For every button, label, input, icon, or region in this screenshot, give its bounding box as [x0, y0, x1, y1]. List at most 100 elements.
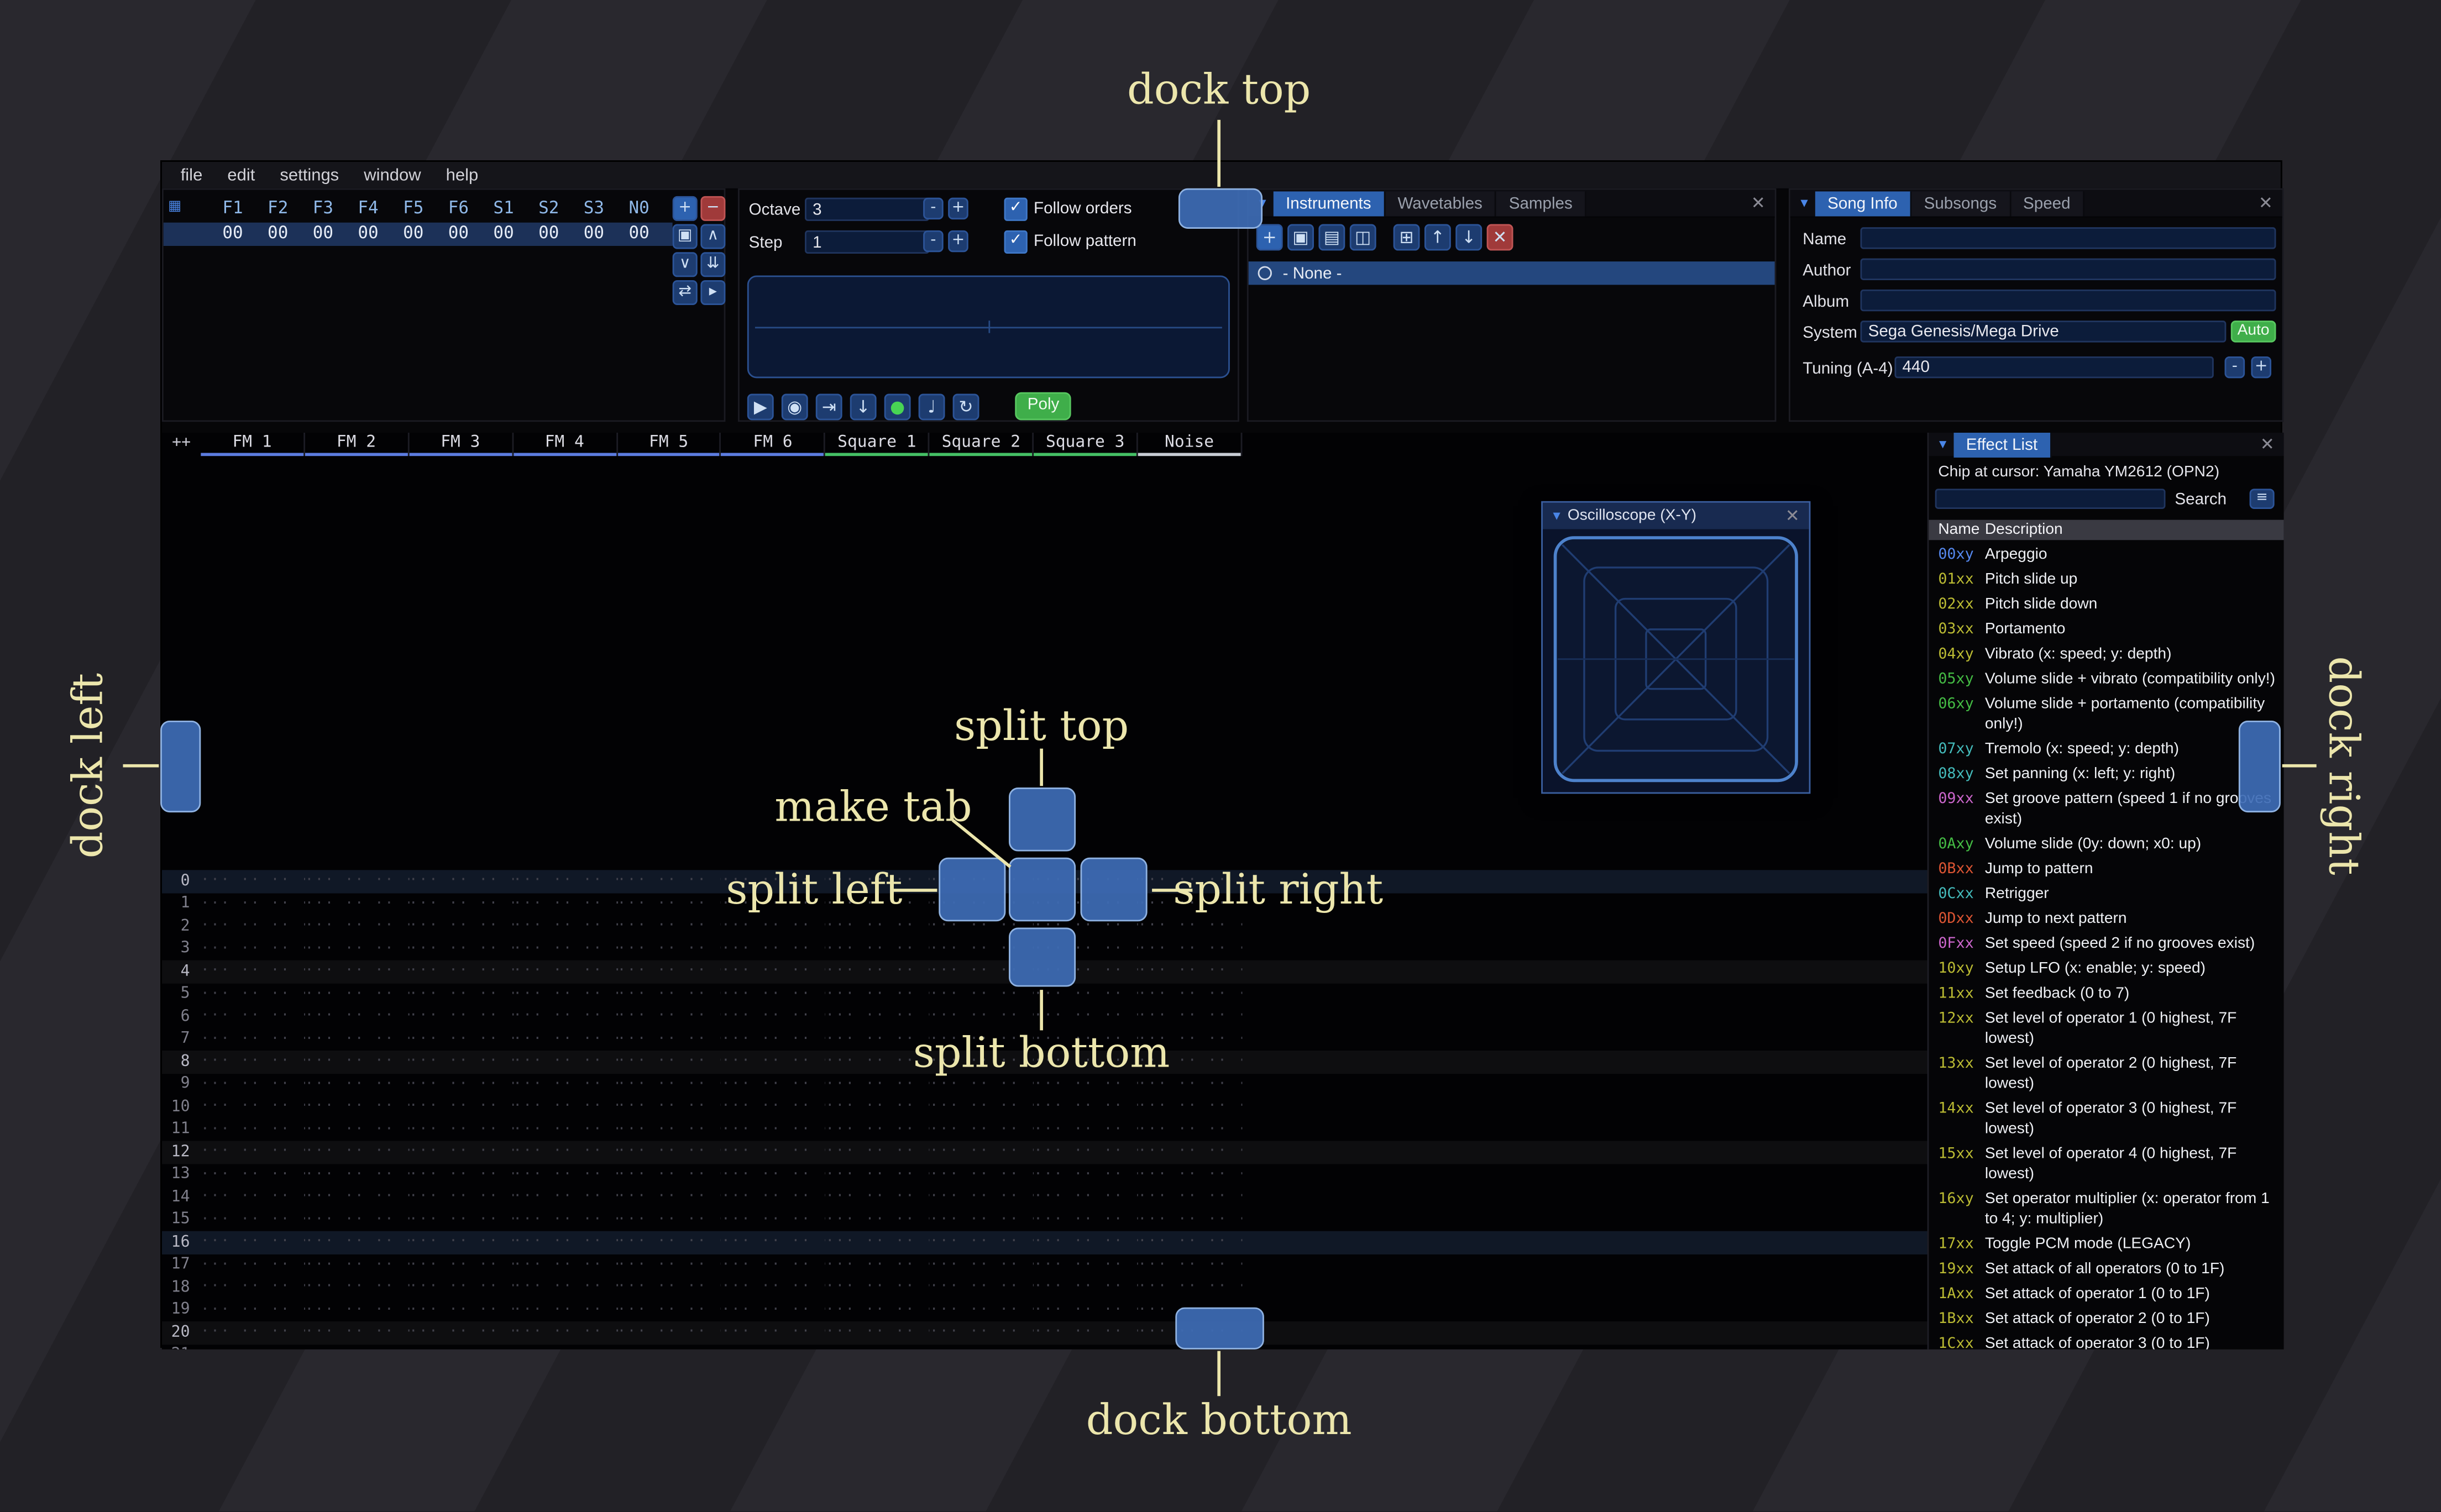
pattern-cell[interactable]: ··· ·· ·· ···· — [409, 1054, 513, 1069]
pattern-cell[interactable]: ··· ·· ·· ···· — [721, 918, 825, 934]
step-decrease-button[interactable]: - — [923, 230, 944, 253]
pattern-cell[interactable]: ··· ·· ·· ···· — [409, 1235, 513, 1250]
instrument-folders-button[interactable]: ⊞ — [1393, 224, 1420, 251]
pattern-cell[interactable]: ··· ·· ·· ···· — [617, 1325, 721, 1340]
pattern-cell[interactable]: ··· ·· ·· ···· — [513, 941, 617, 957]
pattern-cell[interactable]: ··· ·· ·· ···· — [930, 1347, 1034, 1350]
pattern-cell[interactable]: ··· ·· ·· ···· — [721, 1009, 825, 1025]
pattern-cell[interactable]: ··· ·· ·· ···· — [1138, 1257, 1242, 1273]
pattern-cell[interactable]: ··· ·· ·· ···· — [826, 1257, 930, 1273]
order-value[interactable]: 00 — [255, 223, 301, 243]
play-from-cursor-button[interactable]: ⇥ — [815, 393, 842, 419]
pattern-cell[interactable]: ··· ·· ·· ···· — [305, 1235, 409, 1250]
pattern-cell[interactable]: ··· ·· ·· ···· — [201, 1212, 305, 1227]
tab-wavetables[interactable]: Wavetables — [1385, 191, 1497, 216]
pattern-cell[interactable]: ··· ·· ·· ···· — [1034, 1167, 1138, 1183]
pattern-cell[interactable]: ··· ·· ·· ···· — [513, 1257, 617, 1273]
pattern-cell[interactable]: ··· ·· ·· ···· — [1034, 1099, 1138, 1115]
pattern-cell[interactable]: ··· ·· ·· ···· — [826, 1189, 930, 1205]
pattern-cell[interactable]: ··· ·· ·· ···· — [305, 1122, 409, 1137]
pattern-cell[interactable]: ··· ·· ·· ···· — [617, 1054, 721, 1069]
pattern-cell[interactable]: ··· ·· ·· ···· — [826, 986, 930, 1002]
pattern-cell[interactable]: ··· ·· ·· ···· — [305, 941, 409, 957]
menu-item-settings[interactable]: settings — [268, 164, 352, 186]
pattern-cell[interactable]: ··· ·· ·· ···· — [201, 896, 305, 912]
pattern-cell[interactable]: ··· ·· ·· ···· — [409, 1122, 513, 1137]
pattern-cell[interactable]: ··· ·· ·· ···· — [409, 1167, 513, 1183]
step-input[interactable] — [805, 230, 930, 254]
pattern-cell[interactable]: ··· ·· ·· ···· — [930, 1235, 1034, 1250]
pattern-cell[interactable]: ··· ·· ·· ···· — [201, 1235, 305, 1250]
pattern-cell[interactable]: ··· ·· ·· ···· — [617, 964, 721, 979]
order-value[interactable]: 00 — [481, 223, 526, 243]
effect-search-input[interactable] — [1935, 489, 2166, 509]
pattern-cell[interactable]: ··· ·· ·· ···· — [826, 1077, 930, 1092]
pattern-cell[interactable]: ··· ·· ·· ···· — [201, 1122, 305, 1137]
pattern-cell[interactable]: ··· ·· ·· ···· — [305, 1167, 409, 1183]
pattern-cell[interactable]: ··· ·· ·· ···· — [409, 896, 513, 912]
pattern-cell[interactable]: ··· ·· ·· ···· — [826, 1167, 930, 1183]
pattern-cell[interactable]: ··· ·· ·· ···· — [930, 1077, 1034, 1092]
open-instrument-button[interactable]: ▤ — [1318, 224, 1345, 251]
dock-target-top[interactable] — [1178, 188, 1263, 229]
follow-orders-checkbox[interactable]: ✓ — [1004, 197, 1028, 221]
pattern-cell[interactable]: ··· ·· ·· ···· — [1034, 1257, 1138, 1273]
pattern-cell[interactable]: ··· ·· ·· ···· — [930, 1167, 1034, 1183]
pattern-cell[interactable]: ··· ·· ·· ···· — [1034, 1235, 1138, 1250]
pattern-cell[interactable]: ··· ·· ·· ···· — [201, 1189, 305, 1205]
pattern-cell[interactable]: ··· ·· ·· ···· — [201, 1325, 305, 1340]
add-order-button[interactable]: + — [672, 196, 698, 221]
pattern-cell[interactable]: ··· ·· ·· ···· — [930, 1122, 1034, 1137]
pattern-cell[interactable]: ··· ·· ·· ···· — [826, 1347, 930, 1350]
order-value[interactable]: 00 — [301, 223, 346, 243]
pattern-cell[interactable]: ··· ·· ·· ···· — [305, 964, 409, 979]
pattern-cell[interactable]: ··· ·· ·· ···· — [513, 874, 617, 889]
pattern-cell[interactable]: ··· ·· ·· ···· — [305, 1009, 409, 1025]
pattern-cell[interactable]: ··· ·· ·· ···· — [409, 1303, 513, 1318]
pattern-cell[interactable]: ··· ·· ·· ···· — [201, 964, 305, 979]
pattern-cell[interactable]: ··· ·· ·· ···· — [1138, 1189, 1242, 1205]
tuning-increase-button[interactable]: + — [2251, 356, 2272, 379]
pattern-cell[interactable]: ··· ·· ·· ···· — [513, 1347, 617, 1350]
pattern-cell[interactable]: ··· ·· ·· ···· — [513, 1303, 617, 1318]
pattern-cell[interactable]: ··· ·· ·· ···· — [513, 1212, 617, 1227]
pattern-cell[interactable]: ··· ·· ·· ···· — [513, 918, 617, 934]
pattern-cell[interactable]: ··· ·· ·· ···· — [201, 1077, 305, 1092]
pattern-cell[interactable]: ··· ·· ·· ···· — [201, 941, 305, 957]
pattern-cell[interactable]: ··· ·· ·· ···· — [930, 1189, 1034, 1205]
pattern-cell[interactable]: ··· ·· ·· ···· — [409, 941, 513, 957]
pattern-cell[interactable]: ··· ·· ·· ···· — [826, 1122, 930, 1137]
close-icon[interactable]: ✕ — [1742, 193, 1775, 213]
duplicate-instrument-button[interactable]: ▣ — [1287, 224, 1314, 251]
pattern-cell[interactable]: ··· ·· ·· ···· — [513, 1189, 617, 1205]
channel-header-fm-5[interactable]: FM 5 — [617, 432, 722, 456]
pattern-cell[interactable]: ··· ·· ·· ···· — [721, 1257, 825, 1273]
order-value[interactable]: 00 — [391, 223, 436, 243]
pattern-cell[interactable]: ··· ·· ·· ···· — [1138, 1122, 1242, 1137]
pattern-cell[interactable]: ··· ·· ·· ···· — [409, 1257, 513, 1273]
close-icon[interactable]: ✕ — [2251, 434, 2284, 455]
pattern-cell[interactable]: ··· ·· ·· ···· — [201, 986, 305, 1002]
pattern-cell[interactable]: ··· ·· ·· ···· — [305, 874, 409, 889]
pattern-cell[interactable]: ··· ·· ·· ···· — [930, 1144, 1034, 1160]
pattern-cell[interactable]: ··· ·· ·· ···· — [513, 1054, 617, 1069]
repeat-pattern-button[interactable]: ↻ — [952, 393, 979, 419]
pattern-cell[interactable]: ··· ·· ·· ···· — [826, 941, 930, 957]
deep-clone-order-button[interactable]: ⇊ — [700, 252, 726, 277]
pattern-cell[interactable]: ··· ·· ·· ···· — [826, 1303, 930, 1318]
pattern-cell[interactable]: ··· ·· ·· ···· — [617, 1303, 721, 1318]
menu-item-window[interactable]: window — [352, 164, 433, 186]
move-instrument-up-button[interactable]: ↑ — [1424, 224, 1451, 251]
pattern-cell[interactable]: ··· ·· ·· ···· — [930, 1099, 1034, 1115]
pattern-cell[interactable]: ··· ·· ·· ···· — [721, 1303, 825, 1318]
album-input[interactable] — [1860, 289, 2276, 312]
pattern-cell[interactable]: ··· ·· ·· ···· — [1034, 1212, 1138, 1227]
pattern-cell[interactable]: ··· ·· ·· ···· — [305, 986, 409, 1002]
pattern-cell[interactable]: ··· ·· ·· ···· — [513, 964, 617, 979]
pattern-cell[interactable]: ··· ·· ·· ···· — [305, 1077, 409, 1092]
play-pattern-button[interactable]: ◉ — [781, 393, 808, 419]
pattern-expand-button[interactable]: ++ — [162, 434, 201, 452]
pattern-cell[interactable]: ··· ·· ·· ···· — [409, 1280, 513, 1295]
pattern-cell[interactable]: ··· ·· ·· ···· — [617, 986, 721, 1002]
pattern-cell[interactable]: ··· ·· ·· ···· — [409, 874, 513, 889]
